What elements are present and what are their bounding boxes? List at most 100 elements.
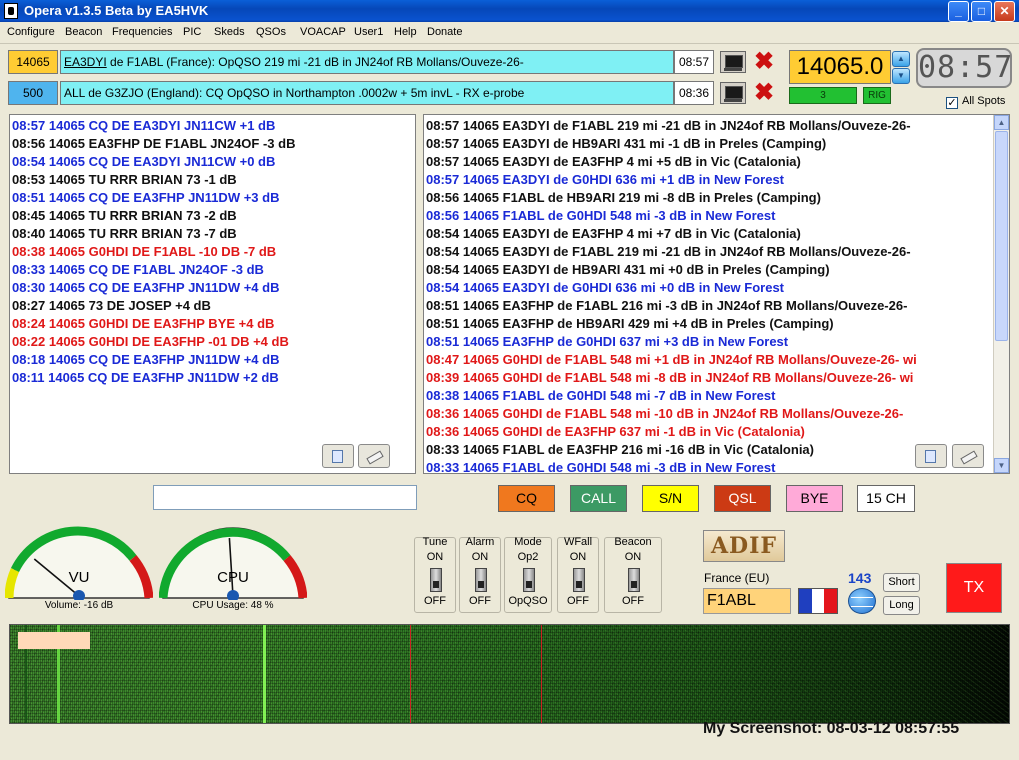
- menu-user1[interactable]: User1: [354, 26, 383, 38]
- sn-button[interactable]: S/N: [642, 485, 699, 512]
- spot-line[interactable]: 08:47 14065 G0HDI de F1ABL 548 mi +1 dB …: [424, 351, 1009, 369]
- decode-line[interactable]: 08:51 14065 CQ DE EA3FHP JN11DW +3 dB: [10, 189, 415, 207]
- spot-line[interactable]: 08:57 14065 EA3DYI de HB9ARI 431 mi -1 d…: [424, 135, 1009, 153]
- toggle-icon[interactable]: [475, 568, 487, 592]
- spot-line[interactable]: 08:54 14065 EA3DYI de G0HDI 636 mi +0 dB…: [424, 279, 1009, 297]
- spot-line[interactable]: 08:39 14065 G0HDI de F1ABL 548 mi -8 dB …: [424, 369, 1009, 387]
- menu-help[interactable]: Help: [394, 26, 417, 38]
- spots-log[interactable]: 08:57 14065 EA3DYI de F1ABL 219 mi -21 d…: [423, 114, 1010, 474]
- spot-line[interactable]: 08:57 14065 EA3DYI de F1ABL 219 mi -21 d…: [424, 117, 1009, 135]
- copy-log-button[interactable]: [322, 444, 354, 468]
- spot-line[interactable]: 08:51 14065 EA3FHP de HB9ARI 429 mi +4 d…: [424, 315, 1009, 333]
- own-decodes-log[interactable]: 08:57 14065 CQ DE EA3DYI JN11CW +1 dB 08:…: [9, 114, 416, 474]
- short-path-button[interactable]: Short: [883, 573, 920, 592]
- delete-icon[interactable]: ✖: [750, 50, 778, 74]
- decode-line[interactable]: 08:40 14065 TU RRR BRIAN 73 -7 dB: [10, 225, 415, 243]
- computer-icon[interactable]: [720, 51, 746, 73]
- decode-line[interactable]: 08:27 14065 73 DE JOSEP +4 dB: [10, 297, 415, 315]
- call-button[interactable]: CALL: [570, 485, 627, 512]
- menu-beacon[interactable]: Beacon: [65, 26, 102, 38]
- decode-line[interactable]: 08:22 14065 G0HDI DE EA3FHP -01 DB +4 dB: [10, 333, 415, 351]
- menu-pic[interactable]: PIC: [183, 26, 201, 38]
- spots-scrollbar[interactable]: ▲ ▼: [993, 115, 1009, 473]
- long-path-button[interactable]: Long: [883, 596, 920, 615]
- menu-qsos[interactable]: QSOs: [256, 26, 286, 38]
- decode-line[interactable]: 08:24 14065 G0HDI DE EA3FHP BYE +4 dB: [10, 315, 415, 333]
- toggle-icon[interactable]: [628, 568, 640, 592]
- spot-line[interactable]: 08:38 14065 F1ABL de G0HDI 548 mi -7 dB …: [424, 387, 1009, 405]
- decode-line[interactable]: 08:30 14065 CQ DE EA3FHP JN11DW +4 dB: [10, 279, 415, 297]
- clear-spots-button[interactable]: [952, 444, 984, 468]
- rig-indicator[interactable]: RIG: [863, 87, 891, 104]
- rx2-time: 08:36: [674, 81, 714, 105]
- spot-line[interactable]: 08:56 14065 F1ABL de G0HDI 548 mi -3 dB …: [424, 207, 1009, 225]
- globe-icon[interactable]: [848, 588, 876, 614]
- cpu-caption: CPU Usage: 48 %: [192, 600, 274, 611]
- decode-line[interactable]: 08:56 14065 EA3FHP DE F1ABL JN24OF -3 dB: [10, 135, 415, 153]
- tune-switch[interactable]: Tune ON OFF: [414, 536, 456, 613]
- maximize-button[interactable]: □: [971, 1, 992, 22]
- delete-icon[interactable]: ✖: [750, 81, 778, 105]
- checkbox-check-icon[interactable]: ✓: [946, 97, 958, 109]
- menu-configure[interactable]: Configure: [7, 26, 55, 38]
- spot-line[interactable]: 08:56 14065 F1ABL de HB9ARI 219 mi -8 dB…: [424, 189, 1009, 207]
- bye-button[interactable]: BYE: [786, 485, 843, 512]
- rx1-message[interactable]: EA3DYI de F1ABL (France): OpQSO 219 mi -…: [60, 50, 674, 74]
- spot-line[interactable]: 08:51 14065 EA3FHP de G0HDI 637 mi +3 dB…: [424, 333, 1009, 351]
- toggle-icon[interactable]: [430, 568, 442, 592]
- rx2-message[interactable]: ALL de G3ZJO (England): CQ OpQSO in Nort…: [60, 81, 674, 105]
- menu-donate[interactable]: Donate: [427, 26, 462, 38]
- clear-log-button[interactable]: [358, 444, 390, 468]
- decode-line[interactable]: 08:57 14065 CQ DE EA3DYI JN11CW +1 dB: [10, 117, 415, 135]
- menu-frequencies[interactable]: Frequencies: [112, 26, 173, 38]
- menu-skeds[interactable]: Skeds: [214, 26, 245, 38]
- spot-line[interactable]: 08:36 14065 G0HDI de EA3FHP 637 mi -1 dB…: [424, 423, 1009, 441]
- spot-line[interactable]: 08:54 14065 EA3DYI de HB9ARI 431 mi +0 d…: [424, 261, 1009, 279]
- decode-line[interactable]: 08:38 14065 G0HDI DE F1ABL -10 DB -7 dB: [10, 243, 415, 261]
- decode-line[interactable]: 08:11 14065 CQ DE EA3FHP JN11DW +2 dB: [10, 369, 415, 387]
- tx-text-input[interactable]: [153, 485, 417, 510]
- spot-line[interactable]: 08:54 14065 EA3DYI de EA3FHP 4 mi +7 dB …: [424, 225, 1009, 243]
- beacon-switch[interactable]: Beacon ON OFF: [604, 536, 662, 613]
- frequency-display[interactable]: 14065.0: [789, 50, 891, 84]
- waterfall-band-marker: [410, 625, 411, 723]
- decode-line[interactable]: 08:33 14065 CQ DE F1ABL JN24OF -3 dB: [10, 261, 415, 279]
- waterfall-switch[interactable]: WFall ON OFF: [557, 536, 599, 613]
- mode-switch[interactable]: Mode Op2 OpQSO: [504, 536, 552, 613]
- spot-line[interactable]: 08:57 14065 EA3DYI de EA3FHP 4 mi +5 dB …: [424, 153, 1009, 171]
- copy-spots-button[interactable]: [915, 444, 947, 468]
- alarm-switch[interactable]: Alarm ON OFF: [459, 536, 501, 613]
- toggle-icon[interactable]: [523, 568, 535, 592]
- frequency-up-icon[interactable]: ▲: [892, 51, 910, 67]
- waterfall-display[interactable]: [9, 624, 1010, 724]
- close-window-button[interactable]: ✕: [994, 1, 1015, 22]
- cq-button[interactable]: CQ: [498, 485, 555, 512]
- decode-line[interactable]: 08:18 14065 CQ DE EA3FHP JN11DW +4 dB: [10, 351, 415, 369]
- 15ch-button[interactable]: 15 CH: [857, 485, 915, 512]
- station-call[interactable]: F1ABL: [703, 588, 791, 614]
- computer-icon[interactable]: [720, 82, 746, 104]
- rx1-call-link[interactable]: EA3DYI: [64, 55, 107, 69]
- spot-line[interactable]: 08:54 14065 EA3DYI de F1ABL 219 mi -21 d…: [424, 243, 1009, 261]
- scroll-down-icon[interactable]: ▼: [994, 458, 1009, 473]
- decode-line[interactable]: 08:54 14065 CQ DE EA3DYI JN11CW +0 dB: [10, 153, 415, 171]
- tx-button[interactable]: TX: [946, 563, 1002, 613]
- decode-line[interactable]: 08:45 14065 TU RRR BRIAN 73 -2 dB: [10, 207, 415, 225]
- all-spots-checkbox[interactable]: ✓ All Spots: [946, 95, 1005, 109]
- rig-counter: 3: [789, 87, 857, 104]
- qsl-button[interactable]: QSL: [714, 485, 771, 512]
- spot-line[interactable]: 08:51 14065 EA3FHP de F1ABL 216 mi -3 dB…: [424, 297, 1009, 315]
- spot-line[interactable]: 08:36 14065 G0HDI de F1ABL 548 mi -10 dB…: [424, 405, 1009, 423]
- scroll-up-icon[interactable]: ▲: [994, 115, 1009, 130]
- copy-icon: [332, 450, 343, 463]
- toggle-icon[interactable]: [573, 568, 585, 592]
- menu-voacap[interactable]: VOACAP: [300, 26, 346, 38]
- scroll-thumb[interactable]: [995, 131, 1008, 341]
- spot-line[interactable]: 08:57 14065 EA3DYI de G0HDI 636 mi +1 dB…: [424, 171, 1009, 189]
- waterfall-band-marker: [541, 625, 542, 723]
- frequency-down-icon[interactable]: ▼: [892, 68, 910, 84]
- minimize-button[interactable]: _: [948, 1, 969, 22]
- waterfall-tx-marker[interactable]: [18, 632, 90, 649]
- decode-line[interactable]: 08:53 14065 TU RRR BRIAN 73 -1 dB: [10, 171, 415, 189]
- adif-button[interactable]: ADIF: [703, 530, 785, 562]
